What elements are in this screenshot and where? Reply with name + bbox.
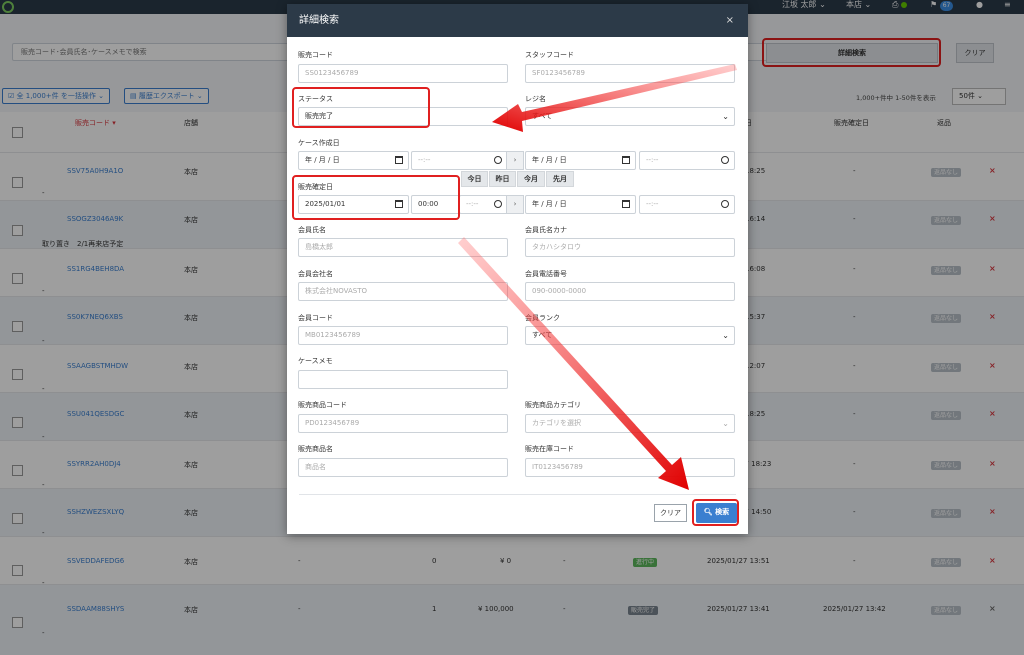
arrow-to-status — [492, 64, 737, 132]
arrow-to-search — [458, 237, 689, 490]
annotation-arrows — [458, 64, 737, 490]
